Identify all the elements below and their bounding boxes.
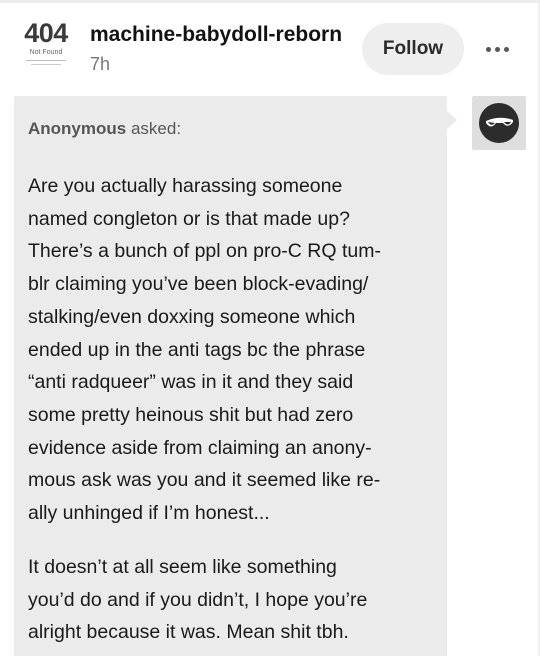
more-options-button[interactable]	[480, 36, 514, 62]
more-dots-icon	[503, 46, 509, 52]
ask-text-line: “anti radqueer” was in it and they said	[28, 371, 354, 394]
ask-bubble-tail	[447, 111, 457, 129]
more-dots-icon	[494, 46, 500, 52]
avatar-decor-line	[31, 64, 61, 65]
avatar-caption-text: Not Found	[29, 49, 63, 56]
ask-text-line: mous ask was you and it seemed like re-	[28, 469, 381, 492]
avatar-decor-line	[26, 60, 66, 61]
ask-text-line: There’s a bunch of ppl on pro-C RQ tum-	[28, 240, 381, 263]
ask-text-line: you’d do and if you didn’t, I hope you’r…	[28, 588, 368, 611]
ask-text-line: some pretty heinous shit but had zero	[28, 403, 354, 426]
ask-text-line: It doesn’t at all seem like something	[28, 556, 337, 578]
anonymous-avatar	[472, 96, 526, 150]
follow-button[interactable]: Follow	[362, 23, 464, 75]
blog-avatar[interactable]: 404 Not Found	[18, 18, 74, 74]
ask-text-line: blr claiming you’ve been block-evading/	[28, 273, 369, 296]
anonymous-sunglasses-icon	[479, 103, 519, 143]
more-dots-icon	[485, 46, 491, 52]
asker-suffix: asked:	[130, 119, 182, 138]
ask-text-line: named congleton or is that made up?	[28, 207, 350, 230]
ask-paragraph-1: Are you actually harassing someone named…	[28, 170, 438, 530]
tumblr-post: 404 Not Found machine-babydoll-reborn 7h…	[0, 0, 540, 656]
blog-name-link[interactable]: machine-babydoll-reborn	[90, 23, 342, 47]
ask-text-line: Are you actually harassing someone	[28, 175, 343, 197]
ask-text-line: ended up in the anti tags bc the phrase	[28, 338, 366, 361]
asker-line: Anonymous asked:	[28, 119, 181, 139]
avatar-code-text: 404	[24, 18, 68, 48]
ask-text-line: stalking/even doxxing someone which	[28, 305, 356, 328]
ask-paragraph-2: It doesn’t at all seem like something yo…	[28, 551, 438, 649]
top-divider	[0, 0, 540, 3]
ask-text-line: alright because it was. Mean shit tbh.	[28, 621, 349, 644]
ask-text-line: evidence aside from claiming an anony-	[28, 436, 372, 459]
post-timestamp[interactable]: 7h	[90, 54, 110, 75]
ask-text-line: ally unhinged if I’m honest...	[28, 502, 270, 525]
asker-name[interactable]: Anonymous	[28, 119, 126, 138]
